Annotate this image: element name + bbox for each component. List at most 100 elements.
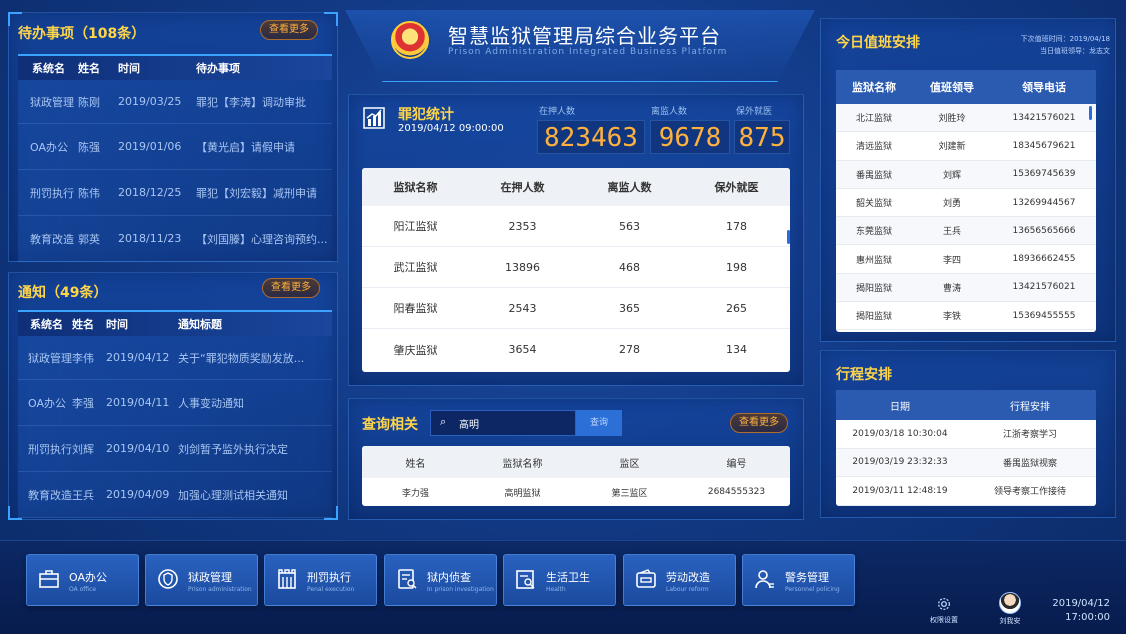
cell-todo: 罪犯【李涛】调动审批 (196, 95, 306, 109)
table-row[interactable]: 揭阳监狱 曹涛 13421576021 (836, 273, 1096, 303)
cell-inmates: 13896 (505, 260, 540, 274)
table-row[interactable]: 武江监狱 13896 468 198 (362, 247, 790, 288)
cell-time: 2019/04/10 (106, 442, 170, 455)
cell-prison: 阳江监狱 (393, 220, 438, 233)
dock-sublabel: OA office (69, 586, 97, 593)
dock-button-investigation[interactable]: 狱内侦查 In prison investigation (384, 554, 497, 606)
document-search-icon (398, 569, 417, 589)
cell-system: 刑罚执行 (30, 186, 74, 200)
table-row[interactable]: 番禺监狱 刘辉 15369745639 (836, 160, 1096, 189)
stat-value-medical: 875 (734, 120, 790, 154)
todo-title: 待办事项（108条） (18, 26, 146, 42)
table-row[interactable]: OA办公 陈强 2019/01/06 【黄光启】请假申请 (18, 124, 332, 170)
table-row[interactable]: 狱政管理 李伟 2019/04/12 关于“罪犯物质奖励发放... (18, 336, 332, 380)
table-row[interactable]: 阳江监狱 2353 563 178 (362, 206, 790, 247)
footer-time: 17:00:00 (1065, 612, 1110, 623)
cell-prison: 惠州监狱 (855, 255, 892, 266)
dock-sublabel: Labour reform (666, 586, 709, 593)
table-row[interactable]: 教育改造 王兵 2019/04/09 加强心理测试相关通知 (18, 472, 332, 518)
header-prison: 监狱名称 (393, 181, 438, 194)
table-row[interactable]: 韶关监狱 刘勇 13269944567 (836, 189, 1096, 218)
cell-name: 陈伟 (78, 186, 100, 200)
schedule-table-header: 日期 行程安排 (836, 390, 1096, 420)
user-profile[interactable]: 刘我安 (990, 592, 1030, 626)
table-row[interactable]: 揭阳监狱 李铁 15369455555 (836, 302, 1096, 331)
table-row[interactable]: 北江监狱 刘胜玲 13421576021 (836, 104, 1096, 133)
cell-name: 李强 (72, 396, 94, 410)
cell-name: 刘辉 (72, 442, 94, 456)
search-button[interactable]: 查询 (576, 410, 622, 436)
table-row[interactable]: 清远监狱 刘建新 18345679621 (836, 132, 1096, 161)
cell-leader: 刘勇 (942, 199, 961, 210)
header-date: 日期 (890, 401, 910, 413)
dock-button-health[interactable]: 生活卫生 Health (503, 554, 616, 606)
header-ward: 监区 (619, 458, 640, 470)
cell-system: OA办公 (30, 140, 68, 154)
stats-datetime: 2019/04/12 09:00:00 (398, 123, 504, 134)
settings-button[interactable]: 权限设置 (926, 596, 962, 625)
cell-leader: 李铁 (942, 312, 961, 323)
todo-more-button[interactable]: 查看更多 (260, 20, 318, 40)
cell-phone: 18345679621 (1012, 140, 1076, 151)
stat-label-released: 离监人数 (651, 107, 688, 117)
cell-time: 2019/04/12 (106, 351, 170, 364)
table-row[interactable]: 李力强 高明监狱 第三监区 2684555323 (362, 478, 790, 506)
dock-button-penal[interactable]: 刑罚执行 Penal execution (264, 554, 377, 606)
query-more-button[interactable]: 查看更多 (730, 413, 788, 433)
header-released: 离监人数 (607, 181, 652, 194)
stats-scrollbar[interactable] (787, 230, 790, 244)
dock-button-oa[interactable]: OA办公 OA office (26, 554, 139, 606)
stats-table-header: 监狱名称 在押人数 离监人数 保外就医 (362, 168, 790, 206)
chart-stats-icon (363, 107, 385, 129)
header-name: 姓名 (78, 62, 100, 75)
table-row[interactable]: 2019/03/11 12:48:19 领导考察工作接待 (836, 477, 1096, 506)
cell-name: 陈强 (78, 140, 100, 154)
search-input[interactable] (430, 410, 576, 436)
cell-name: 郭英 (78, 232, 100, 246)
dock-button-prison-admin[interactable]: 狱政管理 Prison administration (145, 554, 258, 606)
cell-title: 加强心理测试相关通知 (178, 488, 288, 502)
query-table: 姓名 监狱名称 监区 编号 李力强 高明监狱 第三监区 2684555323 (362, 446, 790, 506)
header-name: 姓名 (72, 318, 94, 331)
stats-table: 监狱名称 在押人数 离监人数 保外就医 阳江监狱 2353 563 178 武江… (362, 168, 790, 372)
table-row[interactable]: 刑罚执行 陈伟 2018/12/25 罪犯【刘宏毅】减刑申请 (18, 170, 332, 216)
table-row[interactable]: OA办公 李强 2019/04/11 人事变动通知 (18, 380, 332, 426)
cell-prison: 肇庆监狱 (393, 343, 438, 357)
table-row[interactable]: 2019/03/19 23:32:33 番禺监狱视察 (836, 448, 1096, 478)
table-row[interactable]: 东莞监狱 王兵 13656565666 (836, 217, 1096, 246)
table-row[interactable]: 阳春监狱 2543 365 265 (362, 288, 790, 329)
cell-system: 刑罚执行 (28, 442, 72, 456)
dock-button-labour[interactable]: 劳动改造 Labour reform (623, 554, 736, 606)
cell-name: 李力强 (401, 488, 429, 499)
cell-time: 2019/04/11 (106, 396, 170, 409)
duty-table-header: 监狱名称 值班领导 领导电话 (836, 70, 1096, 104)
table-row[interactable]: 教育改造 郭英 2018/11/23 【刘国滕】心理咨询预约... (18, 216, 332, 262)
duty-scrollbar[interactable] (1089, 106, 1092, 120)
duty-table: 监狱名称 值班领导 领导电话 北江监狱 刘胜玲 13421576021 清远监狱… (836, 70, 1096, 332)
notice-more-button[interactable]: 查看更多 (262, 278, 320, 298)
cell-prison: 揭阳监狱 (855, 312, 892, 323)
table-row[interactable]: 惠州监狱 李四 18936662455 (836, 245, 1096, 274)
dock-sublabel: Personnel policing (785, 586, 840, 593)
cell-phone: 15369455555 (1012, 310, 1076, 321)
header-system: 系统名 (32, 62, 65, 75)
dock-sublabel: Penal execution (307, 586, 355, 593)
cell-phone: 13421576021 (1012, 282, 1076, 293)
table-row[interactable]: 狱政管理 陈刚 2019/03/25 罪犯【李涛】调动审批 (18, 80, 332, 124)
stat-label-inmates: 在押人数 (539, 107, 576, 117)
table-row[interactable]: 刑罚执行 刘辉 2019/04/10 刘剑暂予监外执行决定 (18, 426, 332, 472)
cell-number: 2684555323 (707, 487, 766, 497)
cell-prison: 韶关监狱 (855, 199, 892, 210)
dock-label: 狱政管理 (188, 571, 232, 584)
avatar (999, 592, 1021, 614)
cell-time: 2019/01/06 (118, 140, 182, 153)
table-row[interactable]: 2019/03/18 10:30:04 江浙考察学习 (836, 420, 1096, 449)
cell-leader: 王兵 (942, 227, 961, 238)
dock-button-policing[interactable]: 警务管理 Personnel policing (742, 554, 855, 606)
table-row[interactable]: 肇庆监狱 3654 278 134 (362, 329, 790, 370)
dock-label: 狱内侦查 (427, 571, 471, 584)
cell-plan: 江浙考察学习 (1002, 430, 1057, 441)
cell-released: 468 (619, 260, 640, 274)
cell-plan: 番禺监狱视察 (1002, 458, 1057, 469)
cell-name: 陈刚 (78, 95, 100, 109)
